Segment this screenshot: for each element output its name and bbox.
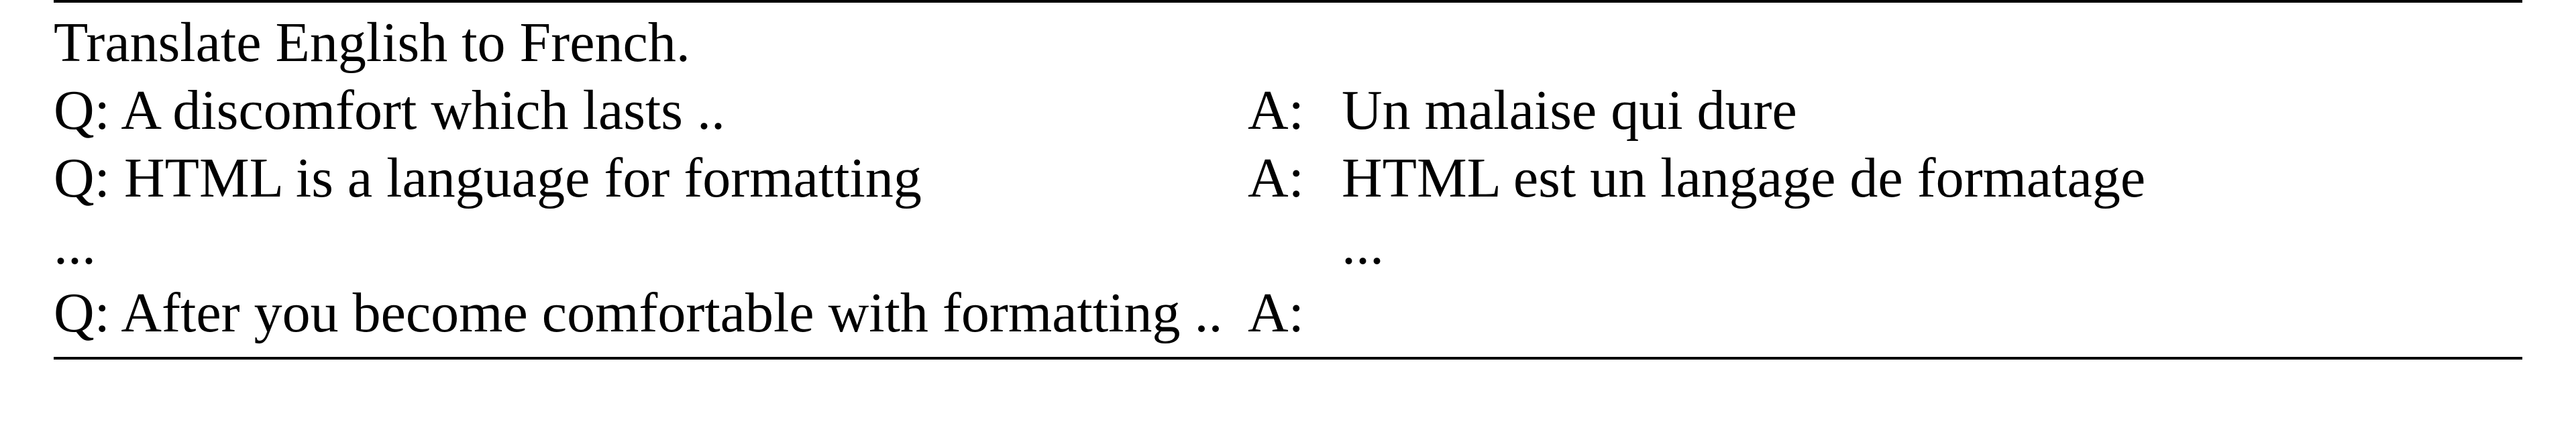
answer-label: A: — [1248, 77, 1342, 145]
question-cell: Q: After you become comfortable with for… — [54, 280, 1248, 347]
answer-cell: Un malaise qui dure — [1342, 77, 2522, 145]
answer-label: A: — [1248, 280, 1342, 347]
bottom-rule — [54, 357, 2522, 360]
answer-cell: HTML est un langage de formatage — [1342, 145, 2522, 213]
answer-cell — [1342, 280, 2522, 347]
question-cell: Q: A discomfort which lasts .. — [54, 77, 1248, 145]
answer-label — [1248, 212, 1342, 280]
answer-label: A: — [1248, 145, 1342, 213]
instruction-line: Translate English to French. — [54, 8, 2522, 77]
ellipsis: ... — [1342, 212, 2522, 280]
example-grid: Translate English to French. Q: A discom… — [54, 3, 2522, 357]
ellipsis: ... — [54, 212, 1248, 280]
table-wrap: Translate English to French. Q: A discom… — [0, 0, 2576, 360]
question-cell: Q: HTML is a language for formatting — [54, 145, 1248, 213]
